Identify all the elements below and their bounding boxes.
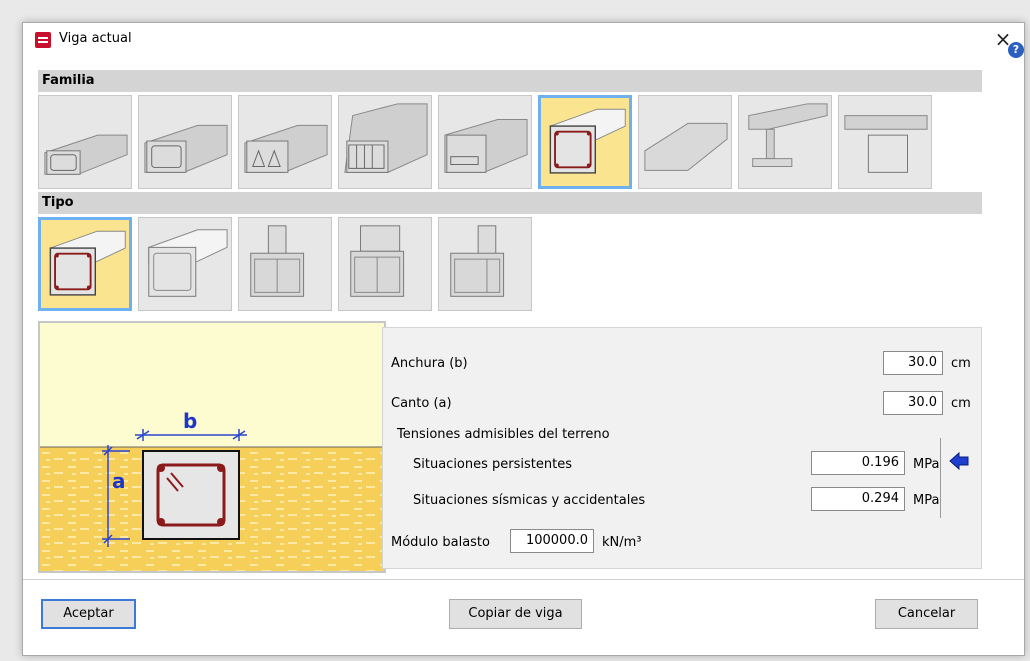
separator: [940, 438, 941, 518]
persistent-label: Situaciones persistentes: [413, 457, 572, 472]
beam-section-thumbnail-1-icon[interactable]: [38, 95, 132, 189]
depth-input[interactable]: 30.0: [883, 391, 943, 415]
footer-divider: [23, 579, 1024, 580]
family-thumbnails: [38, 95, 932, 189]
seismic-unit: MPa: [913, 493, 940, 508]
seismic-label: Situaciones sísmicas y accidentales: [413, 493, 646, 508]
type-thumbnails: [38, 217, 532, 311]
beam-type-thumbnail-5-icon[interactable]: [438, 217, 532, 311]
dialog: Viga actual × Familia Tipo b a Anchura (…: [22, 22, 1025, 656]
modulus-label: Módulo balasto: [391, 535, 490, 550]
persistent-input[interactable]: 0.196: [811, 451, 905, 475]
beam-section-thumbnail-3-icon[interactable]: [238, 95, 332, 189]
modulus-input[interactable]: 100000.0: [510, 529, 594, 553]
accept-button[interactable]: Aceptar: [41, 599, 136, 629]
depth-label: Canto (a): [391, 396, 452, 411]
depth-dimension-label: a: [112, 469, 126, 493]
width-dimension-label: b: [183, 409, 197, 433]
app-icon: [35, 32, 51, 48]
help-icon[interactable]: ?: [1008, 42, 1024, 58]
beam-section-thumbnail-5-icon[interactable]: [438, 95, 532, 189]
beam-type-thumbnail-4-icon[interactable]: [338, 217, 432, 311]
modulus-unit: kN/m³: [602, 535, 642, 550]
beam-section-thumbnail-8-icon[interactable]: [738, 95, 832, 189]
beam-section-thumbnail-9-icon[interactable]: [838, 95, 932, 189]
copy-from-beam-button[interactable]: Copiar de viga: [449, 599, 582, 629]
window-title: Viga actual: [59, 31, 132, 46]
depth-unit: cm: [951, 396, 971, 411]
arrow-left-icon[interactable]: [948, 451, 970, 471]
title-bar: Viga actual ×: [23, 23, 1024, 57]
seismic-input[interactable]: 0.294: [811, 487, 905, 511]
soil-stress-group-label: Tensiones admisibles del terreno: [397, 427, 610, 442]
beam-section-thumbnail-2-icon[interactable]: [138, 95, 232, 189]
persistent-unit: MPa: [913, 457, 940, 472]
section-drawing: b a: [38, 321, 386, 573]
width-unit: cm: [951, 356, 971, 371]
beam-section-thumbnail-4-icon[interactable]: [338, 95, 432, 189]
family-section-header: Familia: [38, 70, 982, 92]
beam-type-thumbnail-1-icon[interactable]: [38, 217, 132, 311]
beam-type-thumbnail-3-icon[interactable]: [238, 217, 332, 311]
beam-type-thumbnail-2-icon[interactable]: [138, 217, 232, 311]
beam-section-thumbnail-7-icon[interactable]: [638, 95, 732, 189]
type-section-header: Tipo: [38, 192, 982, 214]
width-input[interactable]: 30.0: [883, 351, 943, 375]
beam-section-thumbnail-6-icon[interactable]: [538, 95, 632, 189]
width-label: Anchura (b): [391, 356, 468, 371]
parameters-panel: Anchura (b) 30.0 cm Canto (a) 30.0 cm Te…: [382, 327, 982, 569]
cancel-button[interactable]: Cancelar: [875, 599, 978, 629]
